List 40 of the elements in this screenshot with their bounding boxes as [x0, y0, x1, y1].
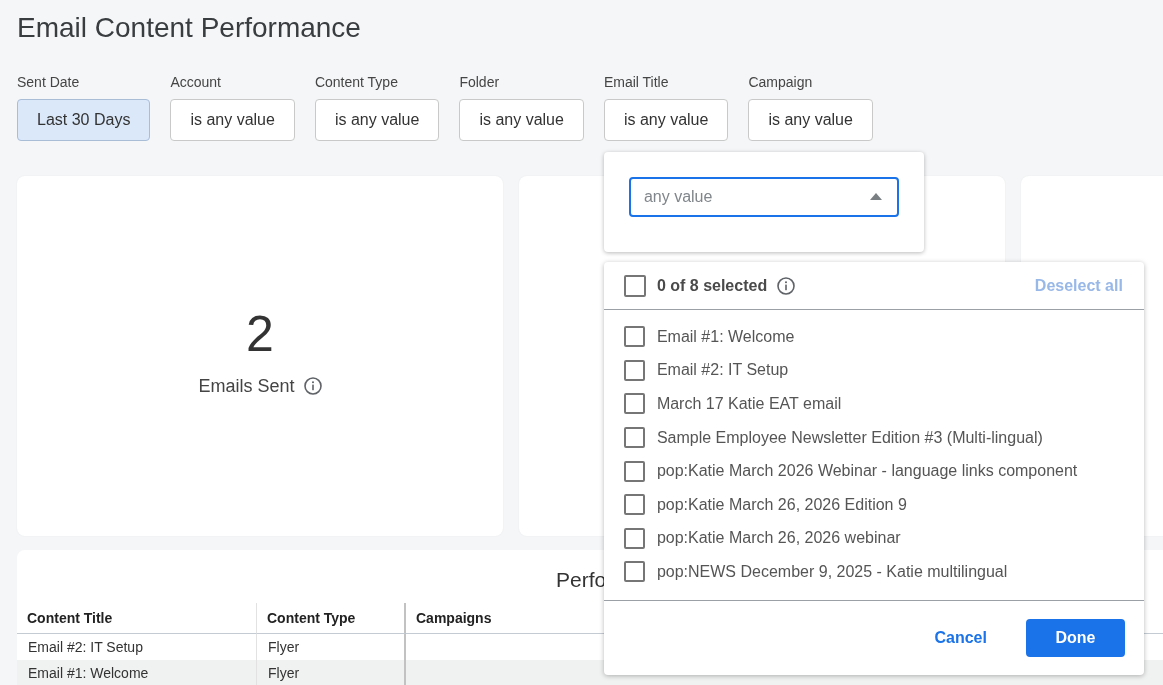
checkbox[interactable]: [623, 494, 645, 516]
column-header: Content Type: [257, 603, 406, 634]
option-label[interactable]: pop:NEWS December 9, 2025 - Katie multilingual: [656, 562, 1008, 581]
table-cell: Email #1: Welcome: [17, 660, 257, 685]
metric-label: Emails Sent: [198, 374, 295, 397]
done-button[interactable]: Done: [1025, 618, 1125, 657]
selection-count: 0 of 8 selected: [656, 276, 768, 295]
filter-label: Account: [170, 74, 222, 90]
checkbox[interactable]: [623, 393, 645, 415]
page-title: Email Content Performance: [17, 11, 362, 45]
option-label[interactable]: pop:Katie March 26, 2026 Edition 9: [656, 495, 907, 514]
column-header: Content Title: [17, 603, 257, 634]
filter-label: Folder: [459, 74, 501, 90]
checkbox[interactable]: [623, 274, 646, 297]
option-label[interactable]: pop:Katie March 2026 Webinar - language links component: [656, 462, 1078, 481]
filter-dropdown[interactable]: Last 30 Days: [17, 99, 151, 141]
filter-dropdown[interactable]: is any value: [314, 99, 440, 141]
table-cell: Flyer: [257, 660, 406, 685]
checkbox[interactable]: [623, 527, 645, 549]
filter-label: Sent Date: [17, 74, 81, 90]
checkbox[interactable]: [623, 561, 645, 583]
filter-label: Email Title: [603, 74, 670, 90]
filter-dropdown[interactable]: is any value: [603, 99, 729, 141]
filter-dropdown[interactable]: is any value: [170, 99, 295, 141]
option-label[interactable]: Email #1: Welcome: [656, 327, 795, 346]
filter-label: Campaign: [748, 74, 814, 90]
checkbox[interactable]: [623, 427, 645, 449]
checkbox[interactable]: [623, 359, 645, 381]
option-label[interactable]: March 17 Katie EAT email: [656, 395, 842, 413]
select-field[interactable]: any value: [628, 177, 899, 217]
metric-value: 2: [246, 305, 274, 362]
filter-dropdown[interactable]: is any value: [748, 99, 873, 141]
table-title: Perfo: [556, 568, 607, 592]
checkbox[interactable]: [623, 460, 645, 482]
option-label[interactable]: Sample Employee Newsletter Edition #3 (Multi-lingual): [656, 428, 1043, 447]
checkbox[interactable]: [623, 326, 645, 348]
option-label[interactable]: Email #2: IT Setup: [656, 361, 789, 380]
filter-label: Content Type: [314, 74, 399, 90]
filter-dropdown[interactable]: is any value: [459, 99, 584, 141]
option-label[interactable]: pop:Katie March 26, 2026 webinar: [656, 529, 901, 548]
